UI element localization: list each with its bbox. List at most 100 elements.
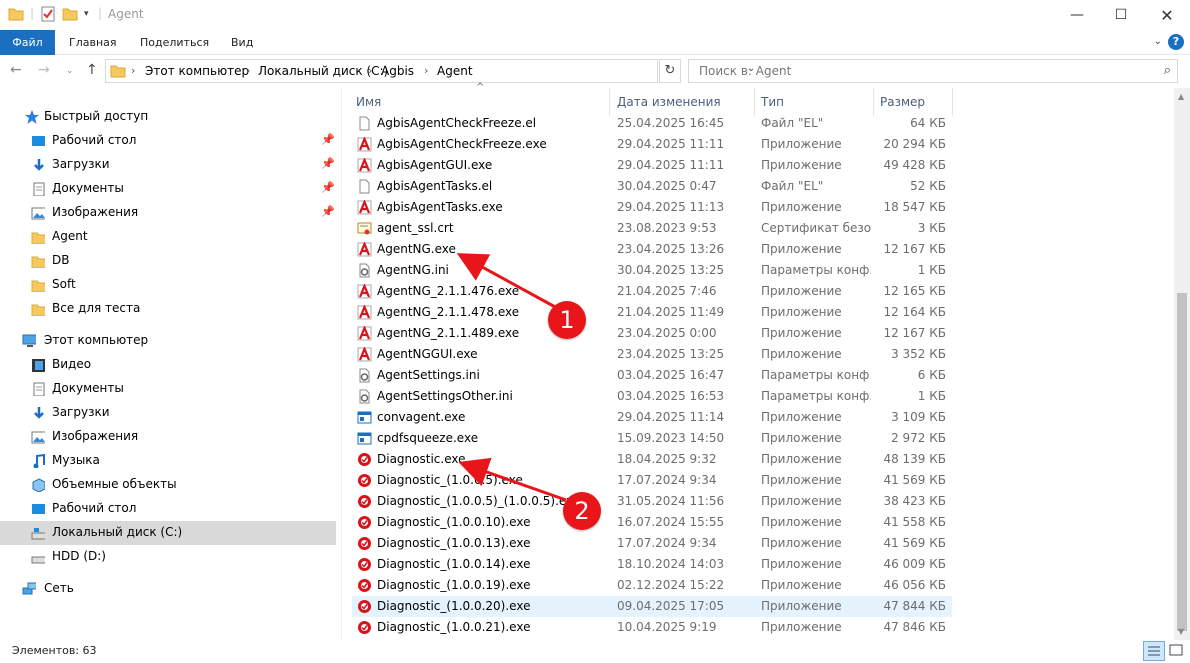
- pin-icon[interactable]: 📌: [321, 181, 335, 194]
- sidebar-item[interactable]: Soft: [0, 273, 336, 297]
- file-row[interactable]: cpdfsqueeze.exe 15.09.2023 14:50 Приложени…: [352, 428, 952, 449]
- file-row[interactable]: Diagnostic.exe 18.04.2025 9:32 Приложение 4…: [352, 449, 952, 470]
- new-folder-icon[interactable]: [62, 6, 78, 22]
- column-divider[interactable]: [754, 88, 755, 116]
- scrollbar-thumb[interactable]: [1177, 293, 1187, 631]
- file-type: Приложение: [761, 494, 842, 508]
- file-name: Diagnostic_(1.0.0.14).exe: [377, 557, 531, 571]
- file-size: 12 164 КБ: [883, 305, 946, 319]
- sidebar-item[interactable]: Изображения: [0, 425, 336, 449]
- pin-icon[interactable]: 📌: [321, 205, 335, 218]
- vertical-scrollbar[interactable]: ▲ ▼: [1174, 88, 1190, 640]
- expand-ribbon-icon[interactable]: ⌄: [1154, 36, 1162, 47]
- pane-splitter[interactable]: [341, 88, 342, 640]
- sidebar-item[interactable]: Музыка: [0, 449, 336, 473]
- file-row[interactable]: AgentNG_2.1.1.478.exe 21.04.2025 11:49 При…: [352, 302, 952, 323]
- sidebar-item[interactable]: Документы 📌: [0, 177, 336, 201]
- file-row[interactable]: agent_ssl.crt 23.08.2023 9:53 Сертификат б…: [352, 218, 952, 239]
- file-row[interactable]: AgentNG.ini 30.04.2025 13:25 Параметры кон…: [352, 260, 952, 281]
- file-row[interactable]: Diagnostic_(1.0.0.20).exe 09.04.2025 17:0…: [352, 596, 952, 617]
- scroll-up-icon[interactable]: ▲: [1178, 92, 1184, 101]
- refresh-button[interactable]: ↻: [659, 59, 681, 83]
- column-divider[interactable]: [873, 88, 874, 116]
- recent-locations-icon[interactable]: ⌄: [66, 66, 74, 76]
- sidebar-network[interactable]: Сеть: [0, 577, 336, 601]
- sidebar-item[interactable]: Рабочий стол: [0, 497, 336, 521]
- sidebar-item[interactable]: Видео: [0, 353, 336, 377]
- tab-file[interactable]: Файл: [0, 30, 55, 55]
- address-bar[interactable]: › Этот компьютер › Локальный диск (C:) ›…: [105, 59, 755, 83]
- sidebar-item-label: Все для теста: [52, 301, 141, 315]
- file-row[interactable]: AgentNG_2.1.1.476.exe 21.04.2025 7:46 Прил…: [352, 281, 952, 302]
- search-icon[interactable]: ⌕: [1164, 63, 1171, 78]
- file-row[interactable]: AgentSettings.ini 03.04.2025 16:47 Парамет…: [352, 365, 952, 386]
- tab-home[interactable]: Главная: [56, 30, 130, 55]
- help-button[interactable]: ?: [1168, 34, 1184, 50]
- column-header-size[interactable]: Размер: [880, 88, 925, 116]
- maximize-button[interactable]: ☐: [1098, 0, 1144, 30]
- desktop-icon: [32, 136, 45, 146]
- breadcrumb-separator[interactable]: ›: [246, 64, 250, 77]
- sidebar-item[interactable]: Загрузки: [0, 401, 336, 425]
- close-button[interactable]: ✕: [1144, 0, 1190, 30]
- file-row[interactable]: AgentSettingsOther.ini 03.04.2025 16:53 Па…: [352, 386, 952, 407]
- file-date: 29.04.2025 11:14: [617, 410, 725, 424]
- sidebar-item[interactable]: Рабочий стол 📌: [0, 129, 336, 153]
- tab-share[interactable]: Поделиться: [127, 30, 222, 55]
- sidebar-quick-access[interactable]: Быстрый доступ: [0, 105, 336, 129]
- minimize-button[interactable]: —: [1054, 0, 1100, 30]
- up-arrow-icon[interactable]: ↑: [86, 62, 98, 78]
- sidebar-item[interactable]: HDD (D:): [0, 545, 336, 569]
- file-row[interactable]: Diagnostic_(1.0.0.10).exe 16.07.2024 15:5…: [352, 512, 952, 533]
- file-row[interactable]: Diagnostic_(1.0.0.13).exe 17.07.2024 9:34…: [352, 533, 952, 554]
- breadcrumb-separator[interactable]: ›: [368, 64, 372, 77]
- quick-access-dropdown-icon[interactable]: ▾: [84, 9, 89, 19]
- back-arrow-icon[interactable]: ←: [10, 62, 22, 78]
- file-row[interactable]: AgentNG_2.1.1.489.exe 23.04.2025 0:00 Прил…: [352, 323, 952, 344]
- scroll-down-icon[interactable]: ▼: [1178, 627, 1184, 636]
- file-type: Приложение: [761, 242, 842, 256]
- file-row[interactable]: AgbisAgentTasks.el 30.04.2025 0:47 Файл "E…: [352, 176, 952, 197]
- file-row[interactable]: AgbisAgentGUI.exe 29.04.2025 11:11 Приложе…: [352, 155, 952, 176]
- sidebar-item[interactable]: Объемные объекты: [0, 473, 336, 497]
- file-row[interactable]: AgbisAgentCheckFreeze.el 25.04.2025 16:45…: [352, 113, 952, 134]
- breadcrumb-agbis[interactable]: Agbis: [381, 64, 414, 78]
- sidebar-item[interactable]: Agent: [0, 225, 336, 249]
- breadcrumb-separator[interactable]: ›: [131, 64, 135, 77]
- pin-icon[interactable]: 📌: [321, 157, 335, 170]
- tab-view[interactable]: Вид: [218, 30, 266, 55]
- file-row[interactable]: AgentNGGUI.exe 23.04.2025 13:25 Приложение…: [352, 344, 952, 365]
- file-row[interactable]: Diagnostic_(1.0.0.21).exe 10.04.2025 9:19…: [352, 617, 952, 638]
- file-row[interactable]: Diagnostic_(1.0.0.19).exe 02.12.2024 15:2…: [352, 575, 952, 596]
- file-row[interactable]: AgentNG.exe 23.04.2025 13:26 Приложение 12 …: [352, 239, 952, 260]
- properties-icon[interactable]: [40, 6, 56, 22]
- file-row[interactable]: Diagnostic_(1.0.0.5).exe 17.07.2024 9:34 П…: [352, 470, 952, 491]
- forward-arrow-icon[interactable]: →: [38, 62, 50, 78]
- column-divider[interactable]: [609, 88, 610, 116]
- column-divider[interactable]: [952, 88, 953, 116]
- large-icons-view-button[interactable]: [1166, 641, 1188, 661]
- column-header-date[interactable]: Дата изменения: [617, 88, 721, 116]
- breadcrumb-agent[interactable]: Agent: [437, 64, 473, 78]
- sidebar-item[interactable]: Документы: [0, 377, 336, 401]
- column-header-type[interactable]: Тип: [761, 88, 784, 116]
- sidebar-item[interactable]: DB: [0, 249, 336, 273]
- breadcrumb-separator[interactable]: ›: [424, 64, 428, 77]
- diagnostic-app-icon: [358, 558, 371, 571]
- breadcrumb-this-pc[interactable]: Этот компьютер: [145, 64, 249, 78]
- search-input[interactable]: Поиск в: Agent: [699, 64, 791, 78]
- file-row[interactable]: Diagnostic_(1.0.0.14).exe 18.10.2024 14:0…: [352, 554, 952, 575]
- sidebar-this-pc[interactable]: Этот компьютер: [0, 329, 336, 353]
- file-row[interactable]: Diagnostic_(1.0.0.5)_(1.0.0.5).exe 31.05.…: [352, 491, 952, 512]
- file-row[interactable]: AgbisAgentCheckFreeze.exe 29.04.2025 11:1…: [352, 134, 952, 155]
- file-row[interactable]: AgbisAgentTasks.exe 29.04.2025 11:13 Прило…: [352, 197, 952, 218]
- sidebar-item[interactable]: Локальный диск (C:): [0, 521, 336, 545]
- details-view-button[interactable]: [1143, 641, 1165, 661]
- column-header-name[interactable]: Имя: [356, 88, 381, 116]
- file-row[interactable]: convagent.exe 29.04.2025 11:14 Приложение 3…: [352, 407, 952, 428]
- sidebar-item[interactable]: Загрузки 📌: [0, 153, 336, 177]
- pin-icon[interactable]: 📌: [321, 133, 335, 146]
- search-box[interactable]: Поиск в: Agent ⌕: [688, 59, 1178, 83]
- sidebar-item[interactable]: Изображения 📌: [0, 201, 336, 225]
- sidebar-item[interactable]: Все для теста: [0, 297, 336, 321]
